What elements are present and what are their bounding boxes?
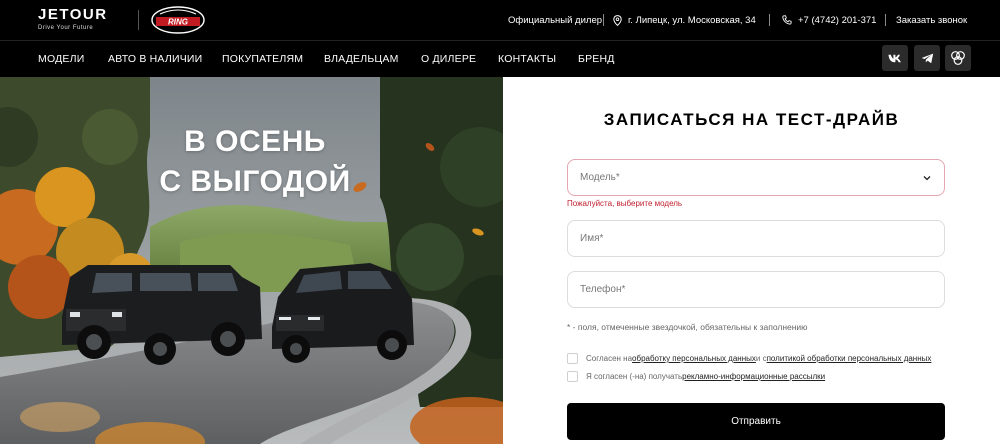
logo-divider [138,10,139,30]
name-field[interactable] [567,220,945,257]
nav-item-models[interactable]: МОДЕЛИ [38,41,84,78]
test-drive-form: ЗАПИСАТЬСЯ НА ТЕСТ-ДРАЙВ Модель* Пожалуй… [503,77,1000,444]
dealer-label: Официальный дилер [508,14,603,26]
nav-item-owners[interactable]: ВЛАДЕЛЬЦАМ [324,41,399,78]
brand-name: JETOUR [38,6,108,23]
odnoklassniki-icon [951,51,965,65]
nav-item-contacts[interactable]: КОНТАКТЫ [498,41,556,78]
hero-banner[interactable]: В ОСЕНЬ С ВЫГОДОЙ [0,77,503,444]
suv-left [62,265,262,365]
nav-item-about-dealer[interactable]: О ДИЛЕРЕ [421,41,476,78]
nav-item-buyers[interactable]: ПОКУПАТЕЛЯМ [222,41,303,78]
jetour-logo[interactable]: JETOUR Drive Your Future [38,7,126,31]
consent-text: Я согласен (-на) получать [586,372,683,381]
hero-line-1: В ОСЕНЬ [184,125,326,158]
model-select-placeholder: Модель* [580,172,620,183]
telegram-icon [921,53,933,63]
dealer-logo-text: RING [168,18,188,27]
consent-marketing-checkbox[interactable] [567,371,578,382]
callback-button[interactable]: Заказать звонок [896,0,967,40]
dealer-logo[interactable]: RING [150,5,206,35]
form-title: ЗАПИСАТЬСЯ НА ТЕСТ-ДРАЙВ [603,110,900,129]
odnoklassniki-button[interactable] [945,45,971,71]
chevron-down-icon [923,176,931,181]
submit-button[interactable]: Отправить [567,403,945,440]
phone-field[interactable] [567,271,945,308]
model-select[interactable]: Модель* [567,159,945,196]
consent-personal-data-row: Согласен на обработку персональных данны… [567,353,931,364]
address[interactable]: г. Липецк, ул. Московская, 34 [613,0,756,40]
hero-line-2: С ВЫГОДОЙ [159,165,351,198]
vk-icon [888,54,901,62]
vk-button[interactable] [882,45,908,71]
privacy-policy-link[interactable]: политикой обработки персональных данных [767,354,932,363]
nav-item-brand[interactable]: БРЕНД [578,41,615,78]
top-bar: JETOUR Drive Your Future RING Официальны… [0,0,1000,40]
phone-link[interactable]: +7 (4742) 201-371 [782,0,876,40]
required-note: * - поля, отмеченные звездочкой, обязате… [567,322,808,332]
divider [603,14,604,26]
divider [769,14,770,26]
nav-item-in-stock[interactable]: АВТО В НАЛИЧИИ [108,41,202,78]
marketing-link[interactable]: рекламно-информационные рассылки [682,372,825,381]
consent-text: Согласен на [586,354,633,363]
hero-headline: В ОСЕНЬ С ВЫГОДОЙ [150,122,360,202]
consent-text: и с [755,354,767,363]
phone-input[interactable] [568,272,944,307]
model-error-message: Пожалуйста, выберите модель [567,199,683,208]
location-pin-icon [613,14,622,26]
phone-icon [782,15,792,25]
personal-data-link[interactable]: обработку персональных данных [632,354,756,363]
name-input[interactable] [568,221,944,256]
consent-marketing-row: Я согласен (-на) получать рекламно-инфор… [567,371,825,382]
main-nav: МОДЕЛИ АВТО В НАЛИЧИИ ПОКУПАТЕЛЯМ ВЛАДЕЛ… [0,40,1000,77]
consent-personal-data-checkbox[interactable] [567,353,578,364]
divider [885,14,886,26]
brand-tagline: Drive Your Future [38,25,94,31]
telegram-button[interactable] [914,45,940,71]
